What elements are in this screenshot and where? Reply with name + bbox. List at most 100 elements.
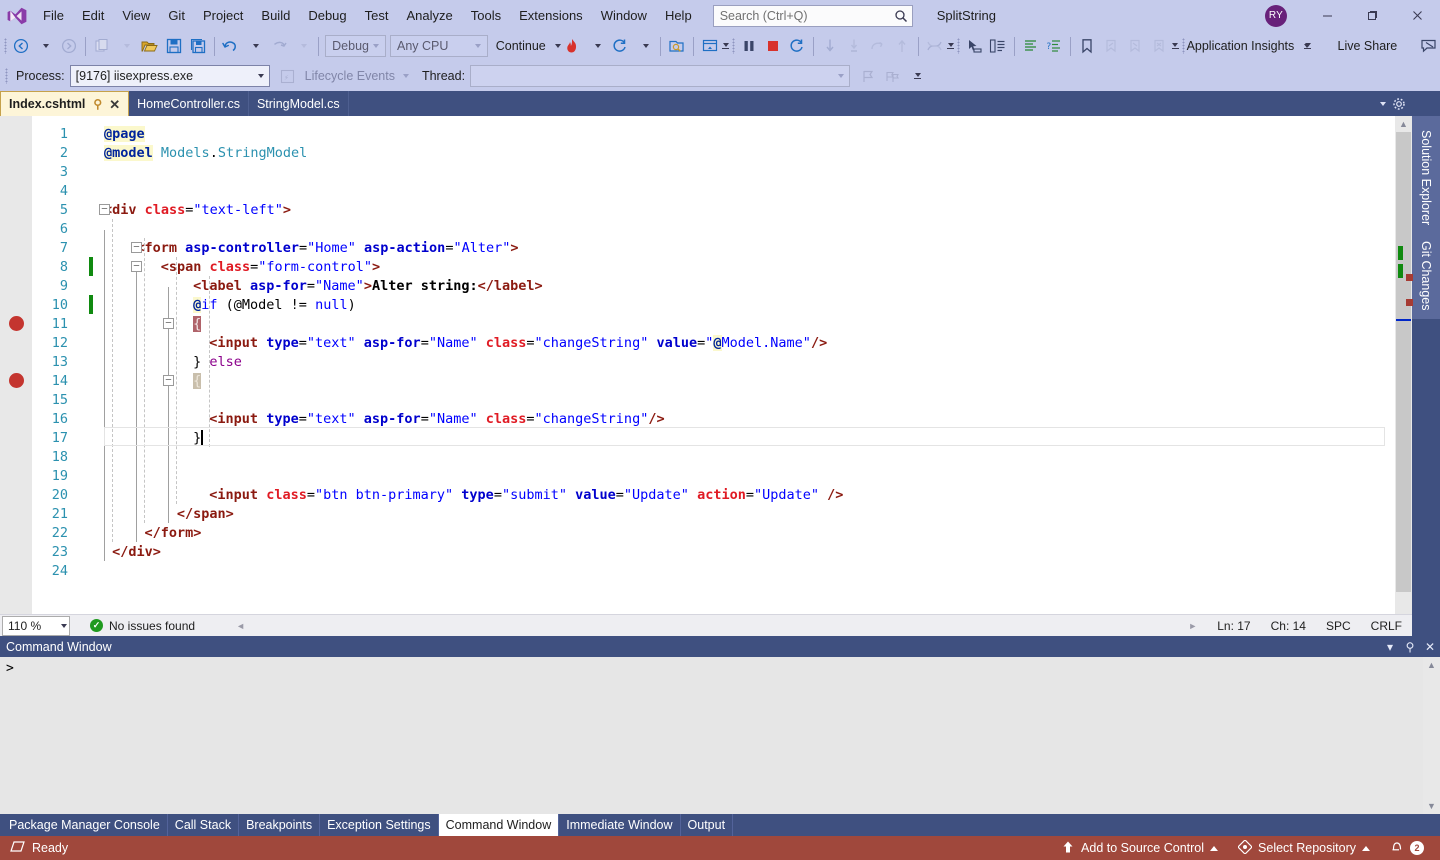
lifecycle-events-icon[interactable]: ⚡: [276, 64, 300, 88]
code-line-10[interactable]: 10 @if (@Model != null): [0, 295, 1395, 314]
step-up-button[interactable]: [890, 34, 914, 58]
stop-debugging-button[interactable]: [761, 34, 785, 58]
scroll-up-arrow[interactable]: ▲: [1395, 116, 1412, 132]
code-line-13[interactable]: 13} else: [0, 352, 1395, 371]
menu-item-file[interactable]: File: [34, 0, 73, 31]
pin-icon[interactable]: ⚲: [93, 98, 102, 110]
menu-item-test[interactable]: Test: [356, 0, 398, 31]
fold-toggle-7[interactable]: –: [131, 242, 142, 253]
procbar-grip[interactable]: [2, 66, 11, 86]
code-line-12[interactable]: 12 <input type="text" asp-for="Name" clas…: [0, 333, 1395, 352]
flag-thread-button[interactable]: [856, 64, 880, 88]
panel-body[interactable]: > ▲ ▼: [0, 657, 1440, 814]
code-text-area[interactable]: 1 @page 2 @model Models.StringModel 3 4 5 <div …: [0, 116, 1395, 614]
show-window-button[interactable]: [698, 34, 722, 58]
add-to-source-control-button[interactable]: Add to Source Control: [1051, 836, 1228, 860]
panel-dropdown-icon[interactable]: ▾: [1380, 636, 1400, 657]
hscroll-left-arrow[interactable]: ◄: [230, 621, 251, 631]
new-item-dropdown[interactable]: [114, 34, 138, 58]
live-visual-tree-button[interactable]: [986, 34, 1010, 58]
fold-toggle-5[interactable]: –: [99, 204, 110, 215]
panel-scroll-up[interactable]: ▲: [1423, 657, 1440, 673]
tab-homecontroller-cs[interactable]: HomeController.cs: [129, 91, 249, 116]
toggle-bookmark-button[interactable]: [1075, 34, 1099, 58]
code-line-11[interactable]: 11 {: [0, 314, 1395, 333]
code-line-18[interactable]: 18: [0, 447, 1395, 466]
scroll-thumb[interactable]: [1396, 132, 1411, 592]
navigate-backward-button[interactable]: [9, 34, 33, 58]
hot-reload-dropdown[interactable]: [584, 34, 608, 58]
show-threads-button[interactable]: [880, 64, 904, 88]
menu-item-project[interactable]: Project: [194, 0, 252, 31]
continue-button[interactable]: Continue: [490, 34, 561, 58]
save-button[interactable]: [162, 34, 186, 58]
navigate-forward-button[interactable]: [57, 34, 81, 58]
lifecycle-events-label[interactable]: Lifecycle Events: [300, 69, 400, 83]
tab-call-stack[interactable]: Call Stack: [168, 814, 240, 836]
menu-item-help[interactable]: Help: [656, 0, 701, 31]
code-line-7[interactable]: 7 <form asp-controller="Home" asp-action=…: [0, 238, 1395, 257]
code-line-1[interactable]: 1 @page: [0, 124, 1395, 143]
panel-vertical-scrollbar[interactable]: ▲ ▼: [1423, 657, 1440, 814]
open-file-button[interactable]: [138, 34, 162, 58]
tab-stringmodel-cs[interactable]: StringModel.cs: [248, 91, 349, 116]
hscroll-right-arrow[interactable]: ►: [1178, 621, 1207, 631]
panel-close-icon[interactable]: ✕: [1420, 636, 1440, 657]
toolbar-grip-3[interactable]: [955, 36, 962, 56]
menu-item-debug[interactable]: Debug: [299, 0, 355, 31]
process-combo[interactable]: [9176] iisexpress.exe: [69, 65, 270, 87]
undo-dropdown[interactable]: [242, 34, 266, 58]
format-selection-button[interactable]: [1018, 34, 1042, 58]
command-prompt[interactable]: >: [0, 657, 1423, 814]
step-into-button[interactable]: [818, 34, 842, 58]
menu-item-analyze[interactable]: Analyze: [397, 0, 461, 31]
break-all-button[interactable]: [737, 34, 761, 58]
code-line-14[interactable]: 14 {: [0, 371, 1395, 390]
code-line-6[interactable]: 6: [0, 219, 1395, 238]
zoom-level-combo[interactable]: 110 %: [2, 615, 70, 636]
code-line-4[interactable]: 4: [0, 181, 1395, 200]
select-repository-button[interactable]: Select Repository: [1228, 836, 1380, 860]
redo-dropdown[interactable]: [290, 34, 314, 58]
code-line-24[interactable]: 24: [0, 561, 1395, 580]
sidebar-item-solution-explorer[interactable]: Solution Explorer: [1415, 122, 1437, 233]
step-over-button[interactable]: [842, 34, 866, 58]
menu-item-tools[interactable]: Tools: [462, 0, 510, 31]
code-line-2[interactable]: 2 @model Models.StringModel: [0, 143, 1395, 162]
breakpoint-marker[interactable]: [9, 316, 24, 331]
menu-item-view[interactable]: View: [113, 0, 159, 31]
redo-button[interactable]: [266, 34, 290, 58]
panel-scroll-down[interactable]: ▼: [1423, 798, 1440, 814]
code-line-22[interactable]: 22 </form>: [0, 523, 1395, 542]
live-share-button[interactable]: Live Share: [1328, 34, 1402, 58]
fold-toggle-11[interactable]: –: [163, 318, 174, 329]
menu-item-extensions[interactable]: Extensions: [510, 0, 592, 31]
show-window-overflow[interactable]: [722, 42, 730, 50]
close-button[interactable]: [1395, 0, 1440, 31]
code-line-19[interactable]: 19: [0, 466, 1395, 485]
threads-button[interactable]: [923, 34, 947, 58]
new-item-button[interactable]: [90, 34, 114, 58]
gear-icon[interactable]: [1390, 91, 1408, 116]
tab-breakpoints[interactable]: Breakpoints: [239, 814, 321, 836]
code-line-17[interactable]: 17}: [0, 428, 1395, 447]
previous-bookmark-button[interactable]: [1099, 34, 1123, 58]
application-insights-button[interactable]: Application Insights: [1186, 34, 1311, 58]
comment-selection-button[interactable]: ?: [1042, 34, 1066, 58]
code-line-16[interactable]: 16 <input type="text" asp-for="Name" clas…: [0, 409, 1395, 428]
toolbar-grip[interactable]: [2, 36, 9, 56]
tab-list-dropdown-icon[interactable]: [1372, 91, 1390, 116]
search-input[interactable]: Search (Ctrl+Q): [712, 4, 913, 27]
minimize-button[interactable]: [1305, 0, 1350, 31]
clear-bookmarks-button[interactable]: [1147, 34, 1171, 58]
tab-exception-settings[interactable]: Exception Settings: [320, 814, 439, 836]
undo-button[interactable]: [218, 34, 242, 58]
toolbar-grip-2[interactable]: [730, 36, 737, 56]
restart-app-dropdown[interactable]: [632, 34, 656, 58]
tab-index-cshtml[interactable]: Index.cshtml ⚲ ✕: [0, 91, 130, 116]
browser-select-button[interactable]: [665, 34, 689, 58]
close-icon[interactable]: ✕: [109, 98, 120, 111]
tab-command-window[interactable]: Command Window: [438, 814, 560, 836]
code-line-5[interactable]: 5 <div class="text-left">: [0, 200, 1395, 219]
navigate-backward-dropdown[interactable]: [33, 34, 57, 58]
